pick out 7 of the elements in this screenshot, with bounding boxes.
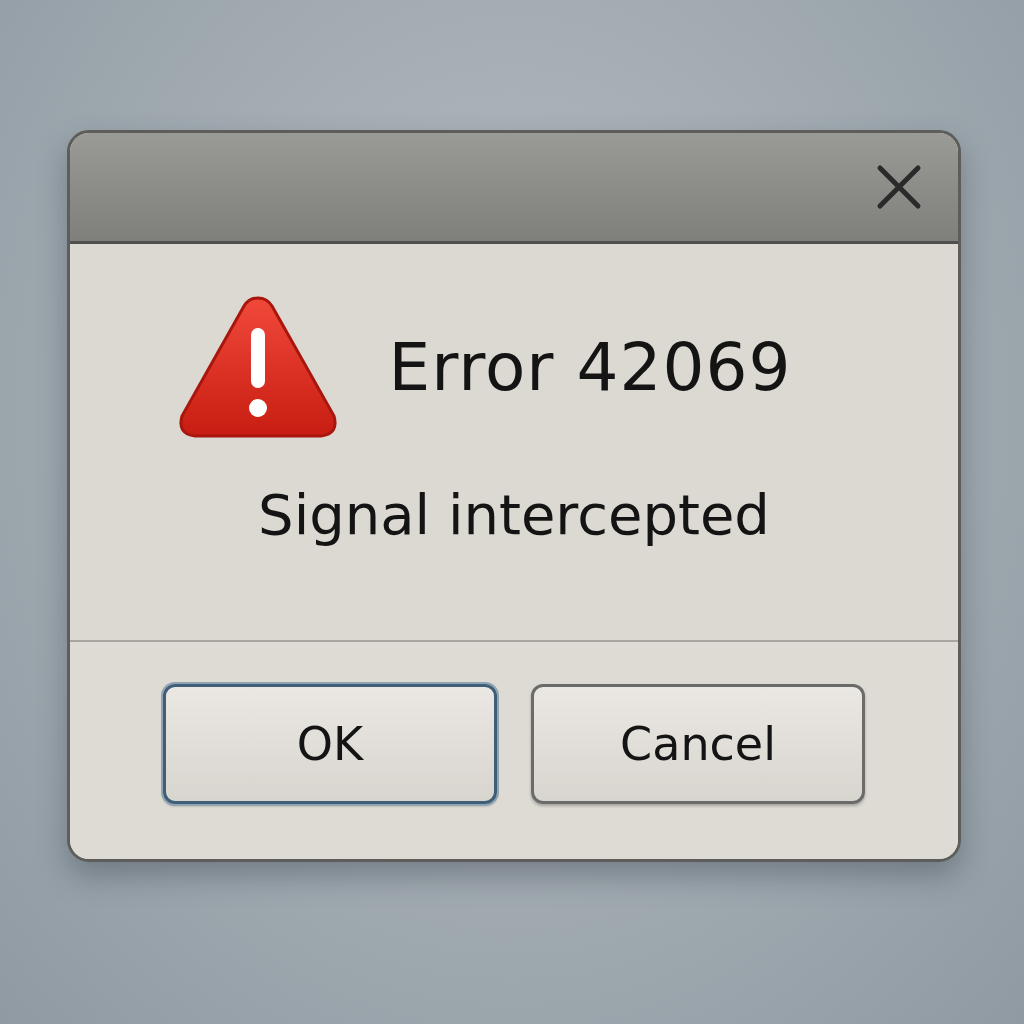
close-button[interactable]	[876, 164, 922, 210]
dialog-button[interactable]: Cancel	[531, 683, 865, 804]
warning-icon	[176, 294, 339, 440]
error-message: Signal intercepted	[258, 482, 770, 547]
dialog-button[interactable]: OK	[163, 683, 497, 804]
error-heading: Error 42069	[388, 328, 792, 406]
close-icon	[876, 164, 922, 210]
